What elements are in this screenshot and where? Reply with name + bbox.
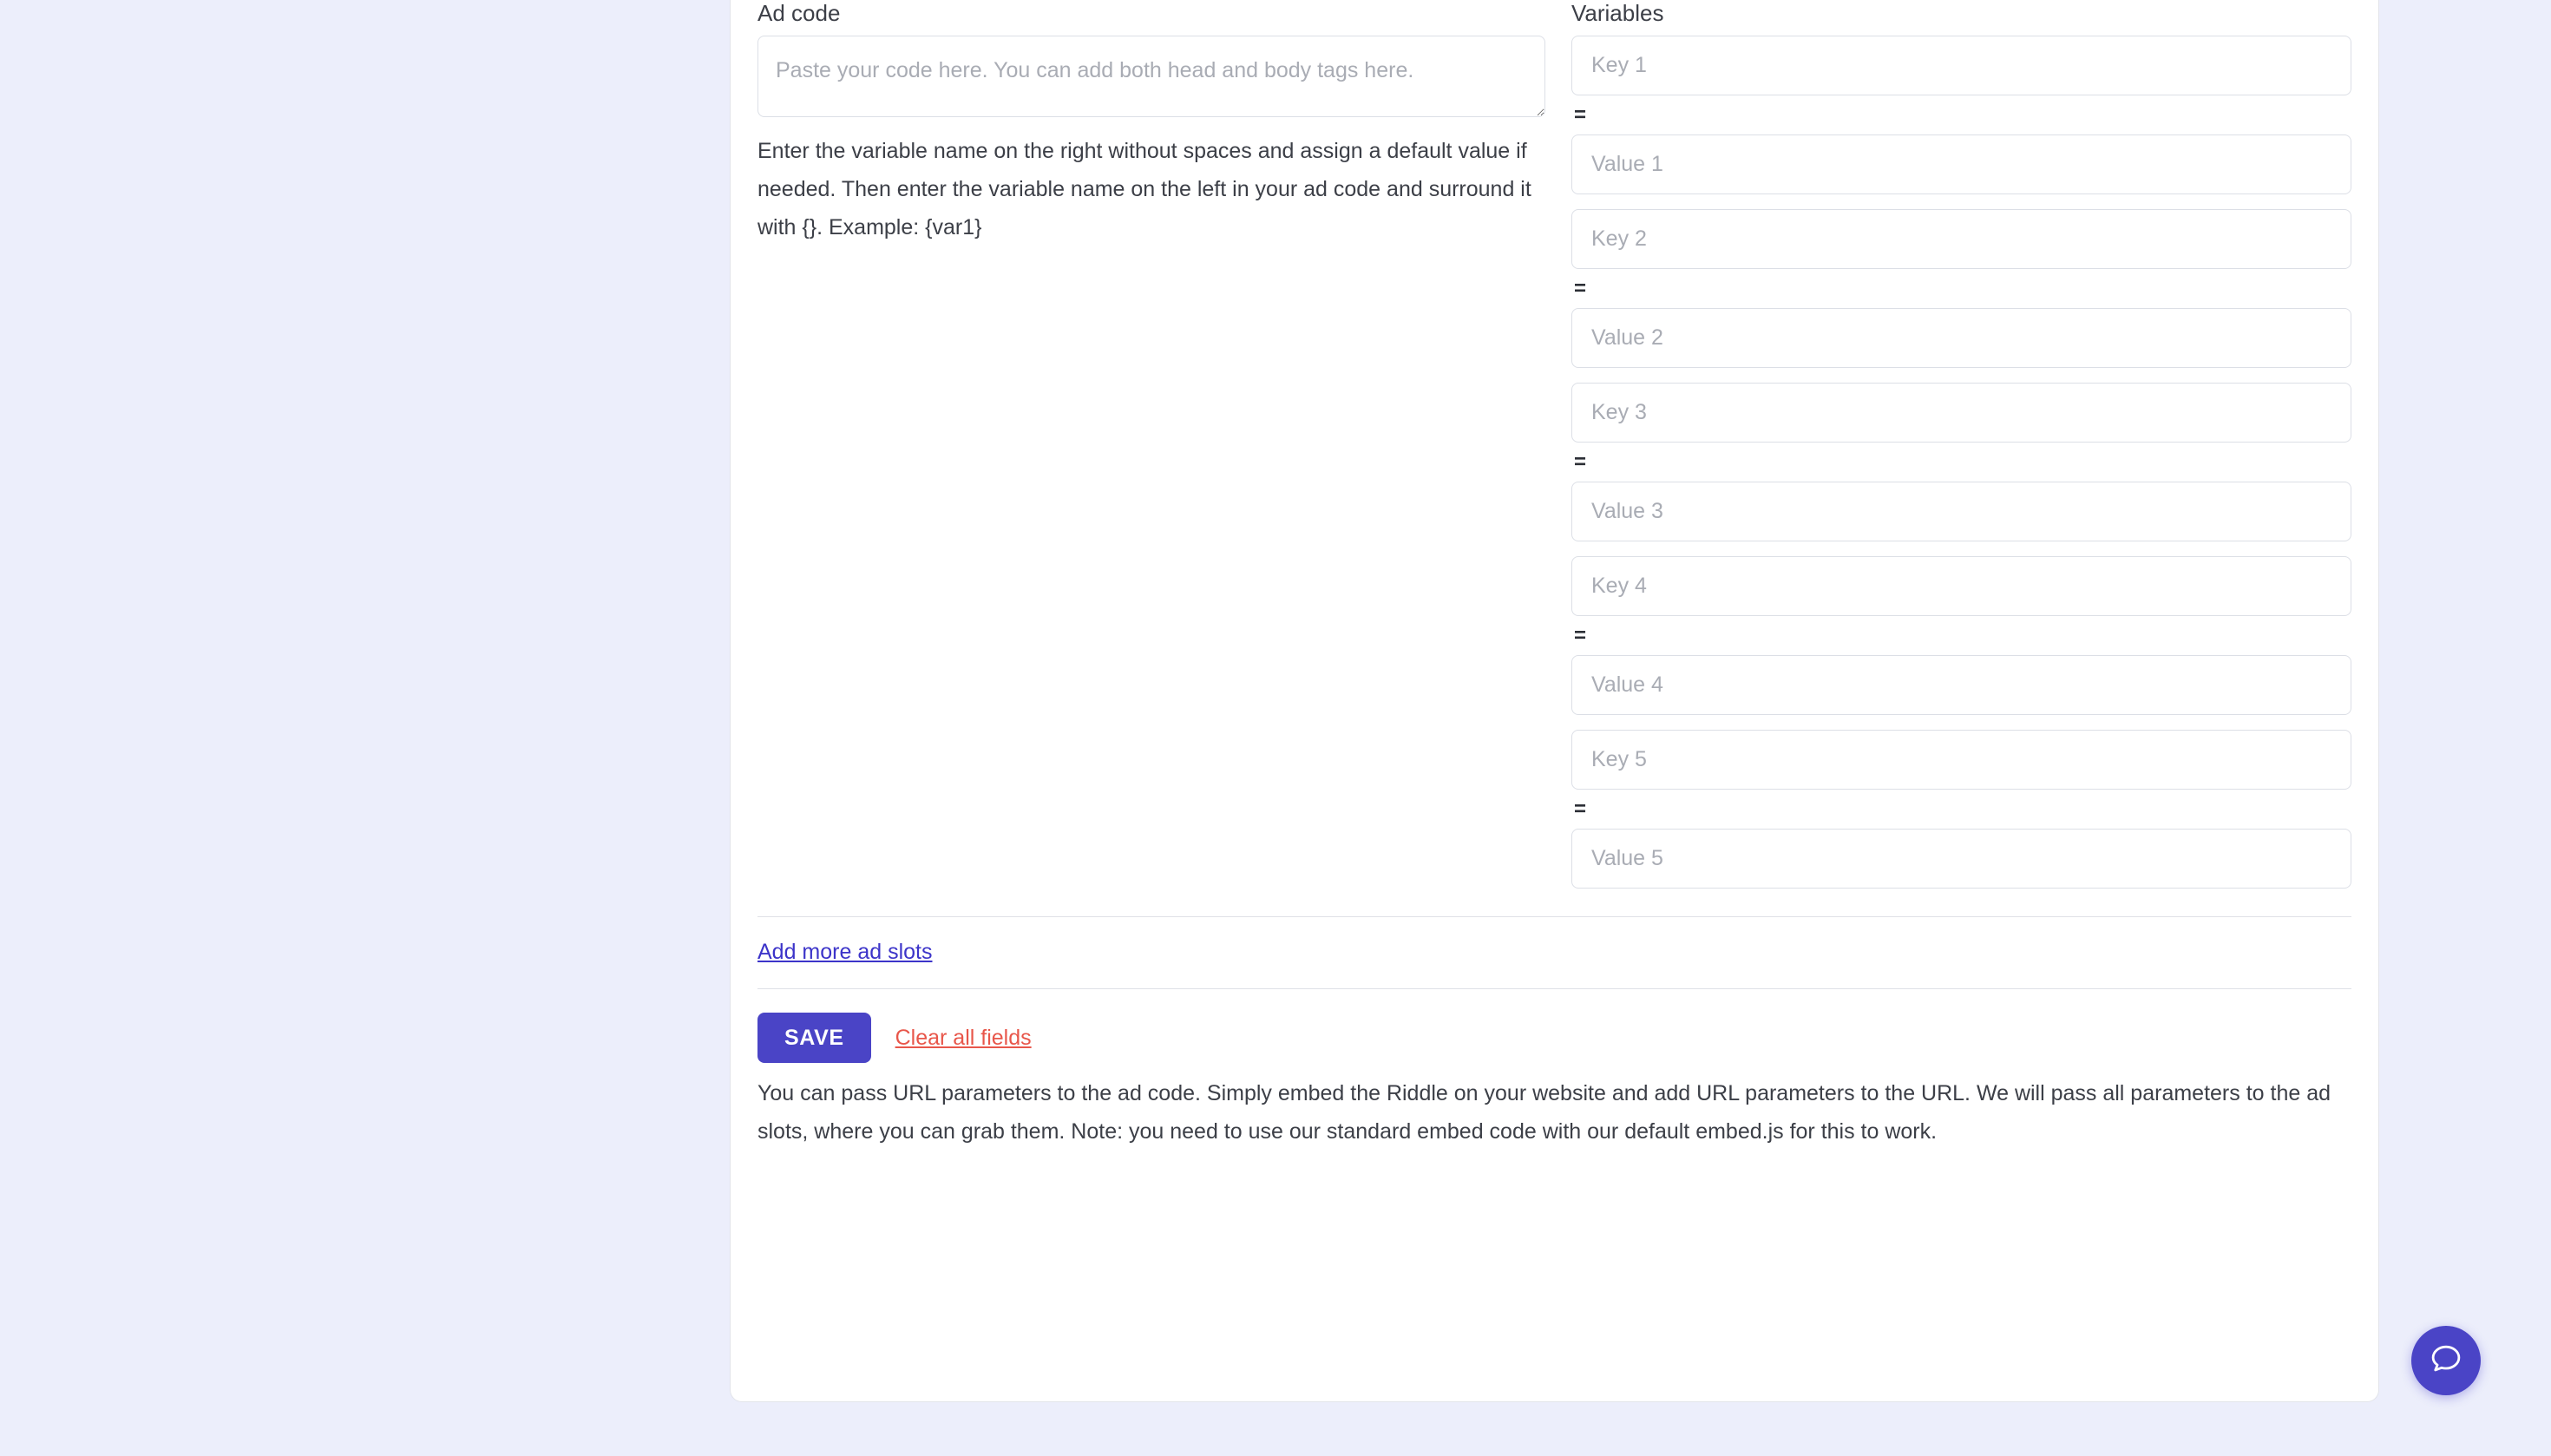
equals-separator: = xyxy=(1574,103,1587,127)
equals-separator: = xyxy=(1574,797,1587,821)
chat-bubble-icon xyxy=(2428,1341,2464,1381)
chat-widget-button[interactable] xyxy=(2411,1326,2481,1395)
equals-separator: = xyxy=(1574,277,1587,300)
variable-key-input-4[interactable] xyxy=(1571,556,2351,616)
form-actions: SAVE Clear all fields xyxy=(757,989,2351,1063)
variable-key-input-5[interactable] xyxy=(1571,730,2351,790)
variable-key-input-1[interactable] xyxy=(1571,36,2351,95)
ad-code-column: Ad code Enter the variable name on the r… xyxy=(757,0,1545,246)
add-more-ad-slots-link[interactable]: Add more ad slots xyxy=(757,940,933,964)
variable-pair: = xyxy=(1571,36,2351,194)
url-parameters-note: You can pass URL parameters to the ad co… xyxy=(757,1081,2331,1144)
variable-value-input-5[interactable] xyxy=(1571,829,2351,889)
page-root: Ad code Enter the variable name on the r… xyxy=(0,0,2551,1456)
variables-column: Variables = = = xyxy=(1571,0,2351,889)
save-button[interactable]: SAVE xyxy=(757,1013,871,1063)
equals-separator: = xyxy=(1574,624,1587,647)
variable-pair: = xyxy=(1571,209,2351,368)
variable-pair: = xyxy=(1571,383,2351,541)
ad-slot-settings-card: Ad code Enter the variable name on the r… xyxy=(730,0,2379,1402)
variable-key-input-3[interactable] xyxy=(1571,383,2351,443)
variable-key-input-2[interactable] xyxy=(1571,209,2351,269)
ad-code-label: Ad code xyxy=(757,0,841,26)
equals-separator: = xyxy=(1574,450,1587,474)
ad-code-helper-text: Enter the variable name on the right wit… xyxy=(757,139,1531,239)
variable-value-input-2[interactable] xyxy=(1571,308,2351,368)
variable-value-input-4[interactable] xyxy=(1571,655,2351,715)
variable-value-input-3[interactable] xyxy=(1571,482,2351,541)
variables-label: Variables xyxy=(1571,0,1664,26)
variable-pair: = xyxy=(1571,730,2351,889)
variable-pair: = xyxy=(1571,556,2351,715)
variable-value-input-1[interactable] xyxy=(1571,134,2351,194)
two-column-layout: Ad code Enter the variable name on the r… xyxy=(757,0,2351,889)
add-more-row: Add more ad slots xyxy=(757,917,2351,988)
ad-code-textarea[interactable] xyxy=(757,36,1545,117)
card-content: Ad code Enter the variable name on the r… xyxy=(757,0,2351,1151)
clear-all-fields-link[interactable]: Clear all fields xyxy=(895,1026,1032,1051)
